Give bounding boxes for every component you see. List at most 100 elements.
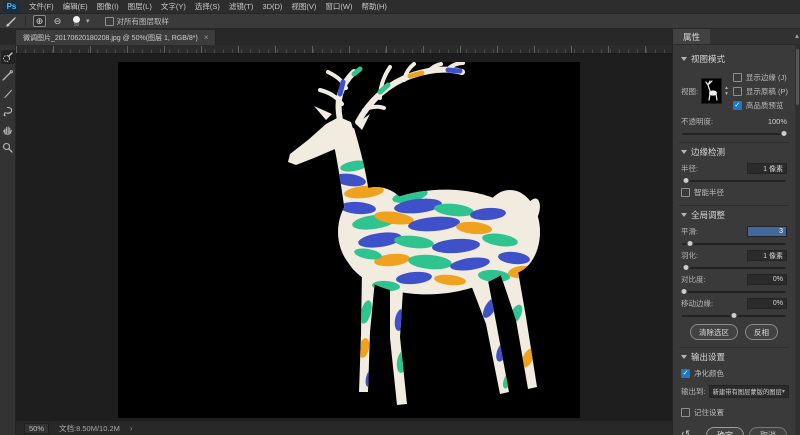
brush-tool-icon[interactable] [1,86,15,100]
decontaminate-checkbox[interactable] [681,369,690,378]
section-edge-detection[interactable]: 边缘检测 [681,146,787,158]
menu-type[interactable]: 文字(Y) [161,1,186,12]
output-to-label: 输出到: [681,386,706,397]
quick-selection-tool-icon[interactable] [1,50,15,64]
feather-field[interactable]: 1 像素 [747,250,787,261]
document-tab[interactable]: 微调图片_20170620180208.jpg @ 50%(图层 1, RGB/… [16,30,216,45]
sample-all-layers-checkbox-row[interactable]: 对所有图层取样 [105,16,170,27]
spinner-down-icon[interactable]: ▾ [725,92,728,97]
opacity-slider[interactable] [682,133,786,135]
shift-edge-slider-thumb[interactable] [731,312,738,319]
reset-icon[interactable]: ↺ [681,430,690,435]
zoom-tool-icon[interactable] [1,140,15,154]
menu-window[interactable]: 窗口(W) [325,1,352,12]
contrast-slider-thumb[interactable] [681,288,688,295]
deer-image [118,62,580,418]
subtract-from-selection-button[interactable]: ⊖ [51,15,64,27]
remember-settings-row[interactable]: 记住设置 [681,407,787,418]
menu-edit[interactable]: 编辑(E) [63,1,88,12]
brush-dropdown-caret-icon[interactable]: ▾ [86,17,90,25]
menu-bar: Ps 文件(F) 编辑(E) 图像(I) 图层(L) 文字(Y) 选择(S) 滤… [0,0,800,14]
chevron-down-icon [681,57,687,61]
menu-image[interactable]: 图像(I) [97,1,119,12]
divider [679,347,789,348]
decontaminate-row[interactable]: 净化颜色 [681,368,787,379]
ok-button[interactable]: 确定 [706,427,744,435]
horizontal-ruler [16,45,672,54]
section-output-settings[interactable]: 输出设置 [681,351,787,363]
scrollbar-thumb[interactable] [796,49,799,105]
sample-all-layers-checkbox[interactable] [105,17,114,26]
opacity-value[interactable]: 100% [768,117,787,126]
shift-edge-row: 移动边缘: 0% [681,298,787,309]
show-original-row[interactable]: 显示原稿 (P) [733,86,788,97]
radius-slider-thumb[interactable] [683,177,690,184]
shift-edge-label: 移动边缘: [681,298,713,309]
clear-selection-button[interactable]: 清除选区 [690,324,738,340]
toolbox [0,45,16,435]
tab-properties[interactable]: 属性 [673,29,710,44]
opacity-slider-thumb[interactable] [780,130,787,137]
menu-layer[interactable]: 图层(L) [128,1,152,12]
current-tool-brush-icon [4,15,18,27]
panel-tabstrip: 属性 [673,29,800,45]
radius-field[interactable]: 1 像素 [747,163,787,174]
opacity-row: 不透明度: 100% [681,116,787,127]
remember-settings-checkbox[interactable] [681,408,690,417]
contrast-field[interactable]: 0% [747,274,787,285]
feather-row: 羽化: 1 像素 [681,250,787,261]
smart-radius-row[interactable]: 智能半径 [681,187,787,198]
view-spinner[interactable]: ▴ ▾ [725,86,728,97]
lasso-tool-icon[interactable] [1,104,15,118]
smooth-slider[interactable] [682,243,786,245]
smooth-field[interactable]: 3 [747,226,787,237]
tab-close-icon[interactable]: × [204,33,209,42]
sample-all-layers-label: 对所有图层取样 [117,16,170,27]
invert-button[interactable]: 反相 [745,324,778,340]
scroll-up-icon[interactable] [795,34,799,38]
shift-edge-slider[interactable] [682,315,786,317]
contrast-row: 对比度: 0% [681,274,787,285]
zoom-level-field[interactable]: 50% [24,423,49,434]
opacity-label: 不透明度: [681,116,713,127]
smooth-slider-thumb[interactable] [687,240,694,247]
menu-file[interactable]: 文件(F) [29,1,54,12]
show-edge-checkbox[interactable] [733,73,742,82]
view-thumbnail[interactable] [701,78,722,104]
menu-3d[interactable]: 3D(D) [262,2,282,11]
show-edge-row[interactable]: 显示边缘 (J) [733,72,788,83]
divider [679,205,789,206]
menu-filter[interactable]: 滤镜(T) [229,1,254,12]
output-to-value: 新建带有图层蒙版的图层 [713,387,782,396]
radius-row: 半径: 1 像素 [681,163,787,174]
high-quality-checkbox[interactable] [733,101,742,110]
high-quality-row[interactable]: 高品质预览 [733,100,788,111]
smooth-row: 平滑: 3 [681,226,787,237]
add-to-selection-button[interactable]: ⊕ [33,15,46,27]
feather-slider-thumb[interactable] [683,264,690,271]
refine-edge-brush-tool-icon[interactable] [1,68,15,82]
panel-footer: ↺ 确定 取消 [681,427,787,435]
feather-slider[interactable] [682,267,786,269]
panel-scrollbar[interactable] [795,45,800,435]
feather-label: 羽化: [681,250,698,261]
shift-edge-field[interactable]: 0% [747,298,787,309]
brush-size-preview[interactable]: 50 [73,16,80,27]
cancel-button[interactable]: 取消 [749,427,787,435]
menu-select[interactable]: 选择(S) [195,1,220,12]
menu-view[interactable]: 视图(V) [291,1,316,12]
section-global-refinements[interactable]: 全局调整 [681,209,787,221]
status-options-arrow-icon[interactable]: › [130,424,133,433]
contrast-slider[interactable] [682,291,786,293]
smart-radius-checkbox[interactable] [681,188,690,197]
menu-help[interactable]: 帮助(H) [362,1,387,12]
output-to-dropdown[interactable]: 新建带有图层蒙版的图层 ▾ [709,385,789,398]
spinner-up-icon[interactable]: ▴ [725,86,728,91]
radius-slider[interactable] [682,180,786,182]
document-tab-bar: 微调图片_20170620180208.jpg @ 50%(图层 1, RGB/… [0,29,672,45]
section-view-mode[interactable]: 视图模式 [681,53,787,65]
hand-tool-icon[interactable] [1,122,15,136]
dropdown-caret-icon: ▾ [782,388,785,395]
show-original-checkbox[interactable] [733,87,742,96]
canvas[interactable] [118,62,580,418]
